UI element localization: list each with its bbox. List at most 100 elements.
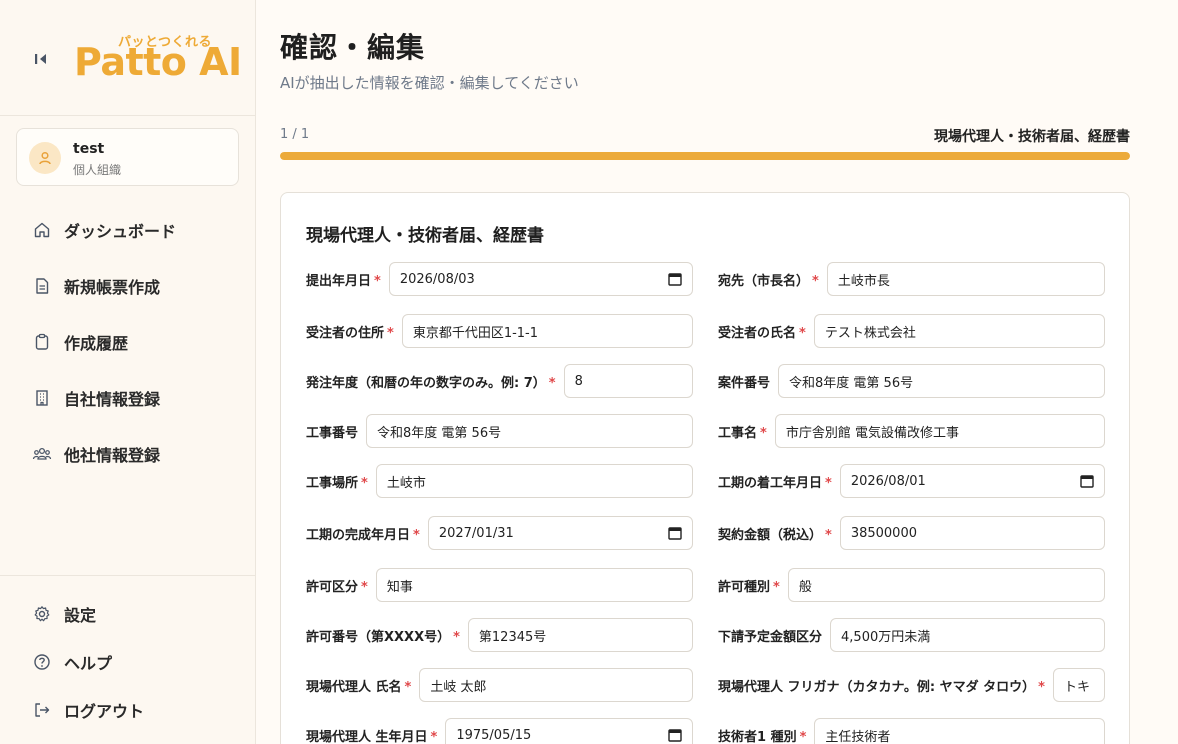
field-addressee: 宛先（市長名） * 土岐市長	[718, 262, 1105, 296]
field-label: 工事名 *	[718, 425, 767, 441]
collapse-sidebar-button[interactable]	[30, 48, 52, 70]
addressee-input[interactable]: 土岐市長	[826, 262, 1105, 296]
field-case-number: 案件番号 令和8年度 電第 56号	[718, 364, 1105, 398]
logout-icon	[32, 700, 52, 720]
contractor-name-input[interactable]: テスト株式会社	[813, 314, 1105, 348]
contractor-address-input[interactable]: 東京都千代田区1-1-1	[401, 314, 693, 348]
nav-item-new-form[interactable]: 新規帳票作成	[0, 258, 255, 314]
case-number-input[interactable]: 令和8年度 電第 56号	[778, 364, 1105, 398]
field-engineer1-type: 技術者1 種別 * 主任技術者	[718, 718, 1105, 744]
nav-item-label: ヘルプ	[64, 654, 113, 673]
license-number-input[interactable]: 第12345号	[467, 618, 693, 652]
license-category-input[interactable]: 知事	[375, 568, 693, 602]
field-label: 許可番号（第XXXX号） *	[306, 629, 460, 645]
nav-item-settings[interactable]: 設定	[0, 590, 255, 638]
page-subtitle: AIが抽出した情報を確認・編集してください	[280, 74, 579, 92]
license-type-input[interactable]: 般	[787, 568, 1105, 602]
user-card[interactable]: test 個人組織	[16, 128, 239, 186]
field-label: 宛先（市長名） *	[718, 273, 819, 289]
calendar-icon[interactable]	[668, 526, 682, 540]
field-license-category: 許可区分 * 知事	[306, 568, 693, 602]
field-label: 現場代理人 生年月日 *	[306, 729, 438, 744]
sidebar: パッとつくれる Patto AI test 個人組織 ダッシュボード 新規帳票作…	[0, 0, 256, 744]
main-content: 確認・編集 AIが抽出した情報を確認・編集してください 1 / 1 現場代理人・…	[256, 0, 1178, 744]
field-work-location: 工事場所 * 土岐市	[306, 464, 693, 498]
field-order-year: 発注年度（和暦の年の数字のみ。例: 7） * 8	[306, 364, 693, 398]
field-label: 現場代理人 氏名 *	[306, 679, 412, 695]
field-label: 許可種別 *	[718, 579, 780, 595]
nav-item-label: 他社情報登録	[64, 446, 161, 465]
nav-item-help[interactable]: ヘルプ	[0, 638, 255, 686]
users-icon	[32, 444, 52, 464]
field-start-date: 工期の着工年月日 * 2026/08/01	[718, 464, 1105, 498]
clipboard-icon	[32, 332, 52, 352]
brand-name: Patto AI	[74, 40, 242, 84]
nav-item-logout[interactable]: ログアウト	[0, 686, 255, 734]
field-label: 発注年度（和暦の年の数字のみ。例: 7） *	[306, 375, 556, 391]
start-date-input[interactable]: 2026/08/01	[839, 464, 1105, 498]
nav-item-partner-info[interactable]: 他社情報登録	[0, 426, 255, 482]
work-number-input[interactable]: 令和8年度 電第 56号	[366, 414, 693, 448]
field-label: 工期の完成年月日 *	[306, 527, 420, 543]
progress-bar	[280, 152, 1130, 160]
avatar	[29, 142, 61, 174]
help-icon	[32, 652, 52, 672]
document-icon	[32, 276, 52, 296]
nav-item-label: 作成履歴	[64, 334, 129, 353]
field-completion-date: 工期の完成年月日 * 2027/01/31	[306, 516, 693, 550]
gear-icon	[32, 604, 52, 624]
nav-item-history[interactable]: 作成履歴	[0, 314, 255, 370]
main-nav: ダッシュボード 新規帳票作成 作成履歴 自社情報登録 他社情報登録	[0, 202, 255, 482]
work-name-input[interactable]: 市庁舎別館 電気設備改修工事	[774, 414, 1105, 448]
nav-item-company-info[interactable]: 自社情報登録	[0, 370, 255, 426]
user-icon	[39, 151, 51, 165]
form-title: 現場代理人・技術者届、経歴書	[306, 226, 544, 246]
field-license-type: 許可種別 * 般	[718, 568, 1105, 602]
field-label: 技術者1 種別 *	[718, 729, 807, 744]
engineer1-type-input[interactable]: 主任技術者	[814, 718, 1105, 744]
form-card: 現場代理人・技術者届、経歴書 提出年月日 * 2026/08/03 宛先（市長名）…	[280, 192, 1130, 744]
sidebar-footer: 設定 ヘルプ ログアウト	[0, 575, 255, 734]
calendar-icon[interactable]	[668, 272, 682, 286]
nav-item-label: ログアウト	[64, 702, 145, 721]
field-submission-date: 提出年月日 * 2026/08/03	[306, 262, 693, 296]
calendar-icon[interactable]	[1080, 474, 1094, 488]
calendar-icon[interactable]	[668, 728, 682, 742]
field-label: 下請予定金額区分	[718, 629, 823, 645]
completion-date-input[interactable]: 2027/01/31	[427, 516, 693, 550]
field-work-number: 工事番号 令和8年度 電第 56号	[306, 414, 693, 448]
subcontract-amount-category-input[interactable]: 4,500万円未満	[830, 618, 1105, 652]
order-year-input[interactable]: 8	[563, 364, 693, 398]
user-name: test	[73, 141, 105, 157]
work-location-input[interactable]: 土岐市	[375, 464, 693, 498]
brand-logo[interactable]: パッとつくれる Patto AI	[74, 28, 242, 84]
contract-amount-input[interactable]: 38500000	[839, 516, 1105, 550]
field-contractor-name: 受注者の氏名 * テスト株式会社	[718, 314, 1105, 348]
field-label: 現場代理人 フリガナ（カタカナ。例: ヤマダ タロウ） *	[718, 679, 1045, 695]
sidebar-header: パッとつくれる Patto AI	[0, 0, 255, 116]
field-work-name: 工事名 * 市庁舎別館 電気設備改修工事	[718, 414, 1105, 448]
submission-date-input[interactable]: 2026/08/03	[388, 262, 693, 296]
progress-document-name: 現場代理人・技術者届、経歴書	[934, 129, 1130, 145]
field-label: 受注者の住所 *	[306, 325, 394, 341]
site-agent-name-input[interactable]: 土岐 太郎	[419, 668, 693, 702]
progress-count: 1 / 1	[280, 127, 310, 142]
field-label: 工事場所 *	[306, 475, 368, 491]
field-subcontract-amount-category: 下請予定金額区分 4,500万円未満	[718, 618, 1105, 652]
field-label: 提出年月日 *	[306, 273, 381, 289]
nav-item-label: 新規帳票作成	[64, 278, 161, 297]
collapse-icon	[35, 54, 46, 64]
nav-item-label: ダッシュボード	[64, 222, 177, 241]
user-org: 個人組織	[73, 163, 122, 177]
field-contractor-address: 受注者の住所 * 東京都千代田区1-1-1	[306, 314, 693, 348]
page-title: 確認・編集	[280, 31, 426, 64]
field-site-agent-furigana: 現場代理人 フリガナ（カタカナ。例: ヤマダ タロウ）* トキ タロウ	[718, 668, 1105, 702]
nav-item-label: 自社情報登録	[64, 390, 161, 409]
site-agent-birthdate-input[interactable]: 1975/05/15	[445, 718, 693, 744]
site-agent-furigana-input[interactable]: トキ タロウ	[1052, 668, 1105, 702]
nav-item-dashboard[interactable]: ダッシュボード	[0, 202, 255, 258]
field-label: 案件番号	[718, 375, 771, 391]
field-contract-amount: 契約金額（税込） * 38500000	[718, 516, 1105, 550]
field-label: 許可区分 *	[306, 579, 368, 595]
field-label: 工期の着工年月日 *	[718, 475, 832, 491]
